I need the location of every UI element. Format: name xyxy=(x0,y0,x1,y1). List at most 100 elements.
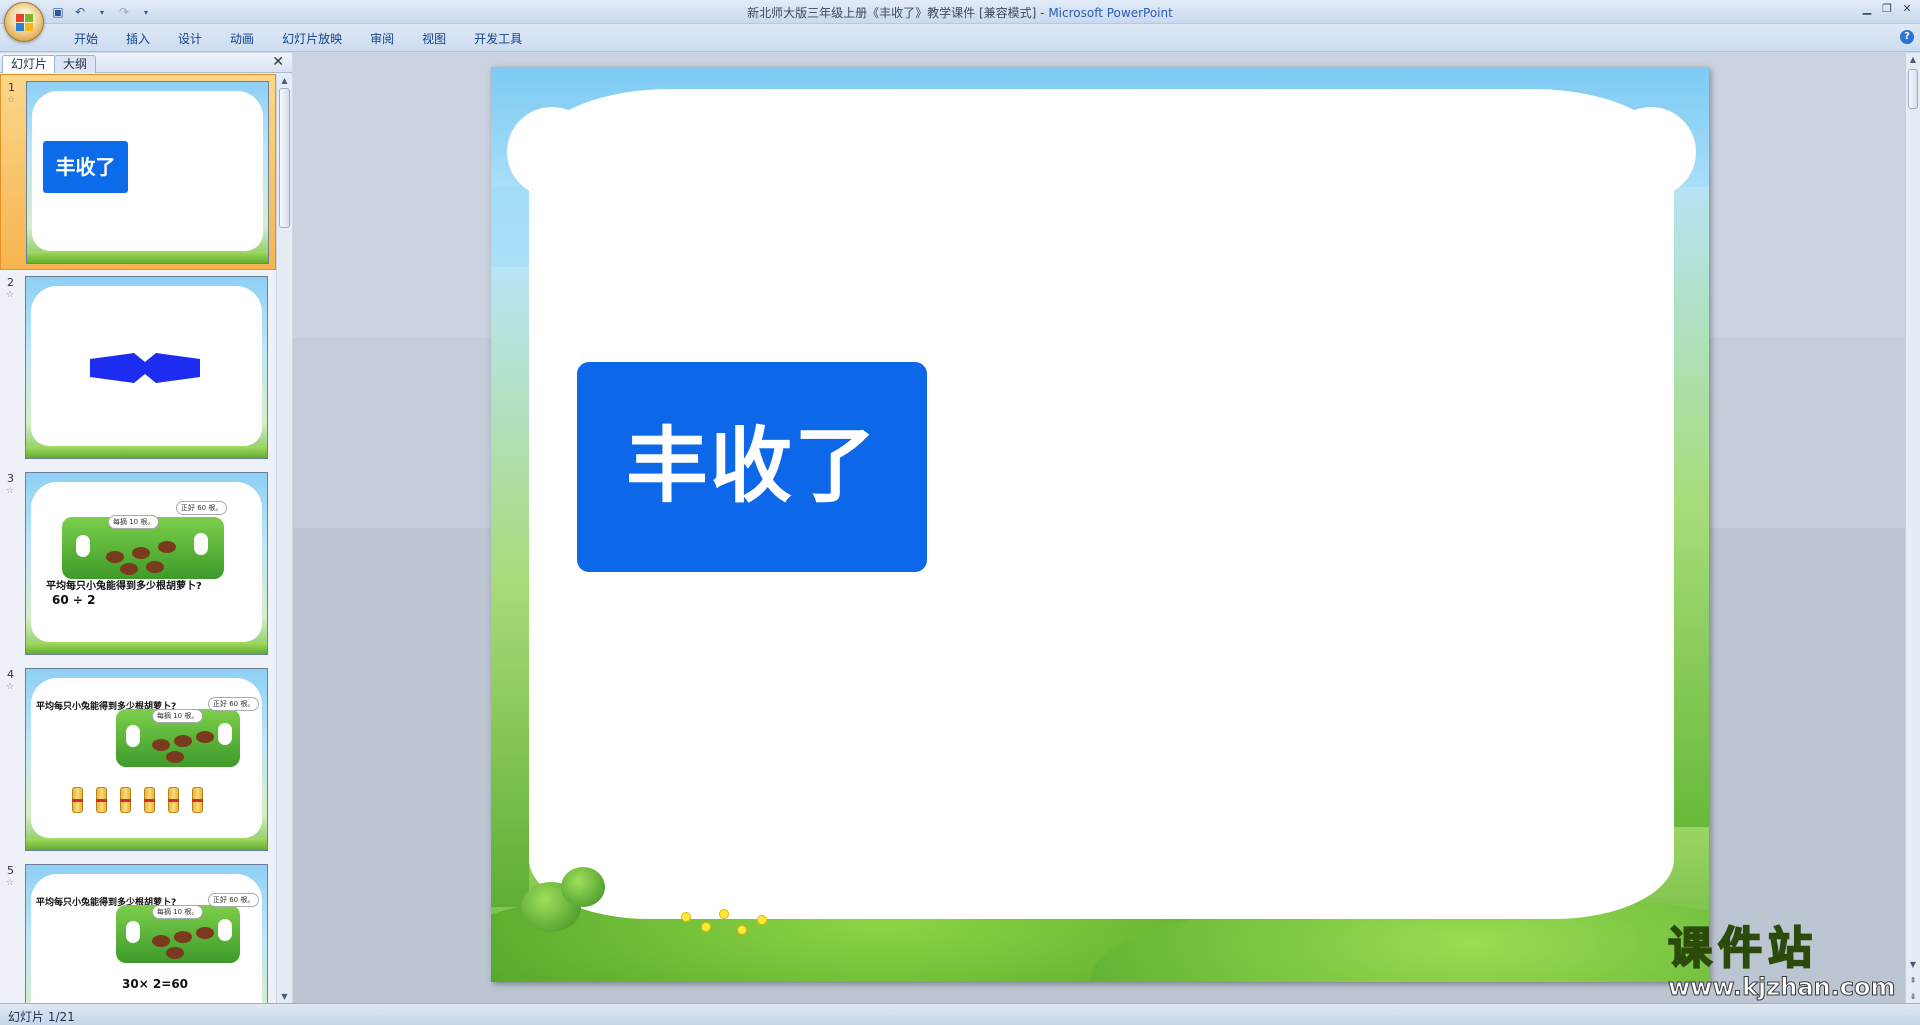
watermark-text: 课件站 xyxy=(1667,923,1818,974)
thumbnail-grass xyxy=(26,642,267,654)
thumbnail-preview: 平均每只小兔能得到多少根胡萝卜? 每摘 10 根。 正好 60 根。 xyxy=(25,668,268,851)
rabbit-icon xyxy=(218,919,232,941)
rabbit-icon xyxy=(126,725,140,747)
status-bar: 幻灯片 1/21 xyxy=(0,1003,1920,1025)
window-title-app: Microsoft PowerPoint xyxy=(1048,6,1173,20)
thumbnail-grass xyxy=(27,251,268,263)
mound-icon xyxy=(106,551,124,563)
speech-bubble: 正好 60 根。 xyxy=(208,697,260,711)
watermark-url: www.kjzhan.com xyxy=(1668,973,1896,1002)
mound-icon xyxy=(152,739,170,751)
rabbit-icon xyxy=(194,533,208,555)
flower-icon xyxy=(737,925,747,935)
slide-title: 丰收了 xyxy=(625,419,878,514)
animation-star-icon: ☆ xyxy=(6,682,15,692)
thumbnail-preview xyxy=(25,276,268,459)
thumbnail-equation: 60 ÷ 2 xyxy=(52,593,96,607)
rabbit-icon xyxy=(76,535,90,557)
flower-icon xyxy=(719,909,729,919)
current-slide[interactable]: 丰收了 xyxy=(491,67,1709,982)
window-title: 新北师大版三年级上册《丰收了》教学课件 [兼容模式] - Microsoft P… xyxy=(0,4,1920,21)
office-logo-icon xyxy=(16,14,34,32)
tab-slides[interactable]: 幻灯片 xyxy=(2,55,57,73)
tab-outline[interactable]: 大纲 xyxy=(54,55,97,73)
thumbnail-number: 2 xyxy=(7,276,14,289)
slide-counter: 幻灯片 1/21 xyxy=(8,1010,75,1024)
tab-animations[interactable]: 动画 xyxy=(216,30,268,48)
slide-thumbnail-2[interactable]: 2 ☆ xyxy=(0,270,276,466)
thumbnail-list: 1 ☆ 丰收了 2 ☆ 3 ☆ 每摘 10 根。 正好 60 根。 平均每只小兔… xyxy=(0,74,276,1003)
animation-star-icon: ☆ xyxy=(7,95,16,105)
flower-icon xyxy=(701,922,711,932)
scroll-up-icon[interactable]: ▲ xyxy=(1907,55,1919,64)
frame-corner xyxy=(1606,107,1696,197)
slide-thumbnail-3[interactable]: 3 ☆ 每摘 10 根。 正好 60 根。 平均每只小兔能得到多少根胡萝卜? 6… xyxy=(0,466,276,662)
tab-design[interactable]: 设计 xyxy=(164,30,216,48)
thumbnail-grass xyxy=(26,446,267,458)
mound-icon xyxy=(166,751,184,763)
restore-icon[interactable]: ❐ xyxy=(1880,2,1894,16)
thumbnail-grass xyxy=(26,838,267,850)
thumbnail-equation: 30× 2=60 xyxy=(122,977,189,991)
thumbnail-preview: 平均每只小兔能得到多少根胡萝卜? 每摘 10 根。 正好 60 根。 30× 2… xyxy=(25,864,268,1003)
thumbnail-number: 5 xyxy=(7,864,14,877)
mound-icon xyxy=(152,935,170,947)
mound-icon xyxy=(196,927,214,939)
mound-icon xyxy=(166,947,184,959)
tab-review[interactable]: 审阅 xyxy=(356,30,408,48)
speech-bubble: 每摘 10 根。 xyxy=(152,905,204,919)
slide-thumbnail-4[interactable]: 4 ☆ 平均每只小兔能得到多少根胡萝卜? 每摘 10 根。 正好 60 根。 xyxy=(0,662,276,858)
slide-thumbnail-5[interactable]: 5 ☆ 平均每只小兔能得到多少根胡萝卜? 每摘 10 根。 正好 60 根。 3… xyxy=(0,858,276,1003)
scrollbar-thumb[interactable] xyxy=(1908,69,1918,109)
slide-right-grass xyxy=(1669,187,1709,827)
help-icon[interactable]: ? xyxy=(1900,30,1914,44)
rabbit-icon xyxy=(218,723,232,745)
slide-title-box[interactable]: 丰收了 xyxy=(577,362,927,572)
scroll-down-icon[interactable]: ▼ xyxy=(279,992,290,1001)
tree-icon xyxy=(561,867,605,907)
slide-canvas: 丰收了 xyxy=(293,53,1905,1003)
mound-icon xyxy=(158,541,176,553)
carrot-bundle-icon xyxy=(168,787,179,813)
carrot-bundle-icon xyxy=(72,787,83,813)
tab-home[interactable]: 开始 xyxy=(60,30,112,48)
mound-icon xyxy=(146,561,164,573)
pane-tabs: 幻灯片 大纲 ✕ xyxy=(0,53,292,73)
window-title-doc: 新北师大版三年级上册《丰收了》教学课件 [兼容模式] - xyxy=(747,6,1049,20)
thumbnail-preview: 每摘 10 根。 正好 60 根。 平均每只小兔能得到多少根胡萝卜? 60 ÷ … xyxy=(25,472,268,655)
thumbnail-number: 1 xyxy=(8,81,15,94)
mound-icon xyxy=(174,931,192,943)
carrot-bundle-icon xyxy=(192,787,203,813)
thumbnail-number: 3 xyxy=(7,472,14,485)
slide-scrollbar[interactable]: ▲ ▼ ⇞ ⇟ xyxy=(1905,53,1920,1003)
scroll-down-icon[interactable]: ▼ xyxy=(1907,960,1919,969)
previous-slide-icon[interactable]: ⇞ xyxy=(1907,976,1919,985)
slide-thumbnail-1[interactable]: 1 ☆ 丰收了 xyxy=(0,74,276,270)
scroll-up-icon[interactable]: ▲ xyxy=(279,76,290,85)
close-icon[interactable]: ✕ xyxy=(1900,2,1914,16)
mound-icon xyxy=(196,731,214,743)
office-button[interactable] xyxy=(4,2,44,42)
scrollbar-thumb[interactable] xyxy=(279,88,290,228)
tab-developer[interactable]: 开发工具 xyxy=(460,30,536,48)
tab-view[interactable]: 视图 xyxy=(408,30,460,48)
speech-bubble: 正好 60 根。 xyxy=(176,501,228,515)
speech-bubble: 每摘 10 根。 xyxy=(108,515,160,529)
minimize-icon[interactable]: ▁ xyxy=(1860,2,1874,16)
carrot-bundle-icon xyxy=(144,787,155,813)
carrot-bundle-icon xyxy=(120,787,131,813)
flower-icon xyxy=(757,915,767,925)
carrot-bundle-icon xyxy=(96,787,107,813)
tab-insert[interactable]: 插入 xyxy=(112,30,164,48)
thumbnail-scrollbar[interactable]: ▲ ▼ xyxy=(276,74,292,1003)
pane-close-icon[interactable]: ✕ xyxy=(272,54,284,70)
tab-slideshow[interactable]: 幻灯片放映 xyxy=(268,30,356,48)
window-controls: ▁ ❐ ✕ xyxy=(1860,2,1914,16)
slide-left-grass xyxy=(491,267,529,907)
next-slide-icon[interactable]: ⇟ xyxy=(1907,992,1919,1001)
speech-bubble: 每摘 10 根。 xyxy=(152,709,204,723)
frame-corner xyxy=(507,107,597,197)
animation-star-icon: ☆ xyxy=(6,486,15,496)
slides-pane: 幻灯片 大纲 ✕ 1 ☆ 丰收了 2 ☆ 3 ☆ 每摘 10 根。 正好 60 … xyxy=(0,53,292,1003)
rabbit-icon xyxy=(126,921,140,943)
